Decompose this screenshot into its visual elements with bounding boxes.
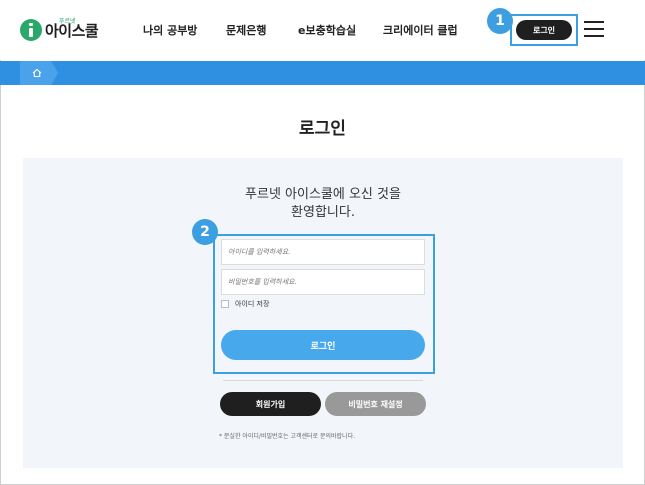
site-logo[interactable]: 푸르넷 아이스쿨 <box>20 16 99 44</box>
logo-mark-icon <box>20 19 42 41</box>
nav-item-question-bank[interactable]: 문제은행 <box>226 22 266 38</box>
welcome-line-2: 환영합니다. <box>291 205 355 220</box>
breadcrumb <box>0 61 645 85</box>
welcome-message: 푸르넷 아이스쿨에 오신 것을 환영합니다. <box>23 186 623 222</box>
password-input[interactable] <box>221 269 425 295</box>
welcome-line-1: 푸르넷 아이스쿨에 오신 것을 <box>245 187 401 202</box>
reset-password-button[interactable]: 비밀번호 재설정 <box>325 392 426 416</box>
remember-id-option: 아이디 저장 <box>221 299 269 309</box>
divider <box>223 380 423 381</box>
home-icon <box>32 68 42 78</box>
remember-id-checkbox[interactable] <box>221 300 229 308</box>
logo-subtitle: 푸르넷 <box>59 17 76 25</box>
page-title: 로그인 <box>299 119 346 139</box>
header-login-button[interactable]: 로그인 <box>516 20 572 40</box>
nav-item-study-room[interactable]: 나의 공부방 <box>143 22 197 38</box>
remember-id-label: 아이디 저장 <box>235 300 270 308</box>
site-header: 푸르넷 아이스쿨 나의 공부방 문제은행 e보충학습실 크리에이터 클럽 로그인… <box>0 0 645 60</box>
recovery-notice: * 분실한 아이디/비밀번호는 고객센터로 문의바랍니다. <box>219 433 355 440</box>
breadcrumb-home[interactable] <box>20 61 58 85</box>
signup-button[interactable]: 회원가입 <box>220 392 321 416</box>
user-id-input[interactable] <box>221 239 425 265</box>
step-marker-2: 2 <box>192 219 218 245</box>
step-marker-1: 1 <box>487 8 513 34</box>
menu-icon[interactable] <box>584 20 604 38</box>
nav-item-supplementary[interactable]: e보충학습실 <box>298 22 356 38</box>
nav-item-creator-club[interactable]: 크리에이터 클럽 <box>383 22 458 38</box>
login-button[interactable]: 로그인 <box>221 330 425 360</box>
login-panel: 푸르넷 아이스쿨에 오신 것을 환영합니다. 아이디 저장 로그인 회원가입 비… <box>23 158 623 468</box>
